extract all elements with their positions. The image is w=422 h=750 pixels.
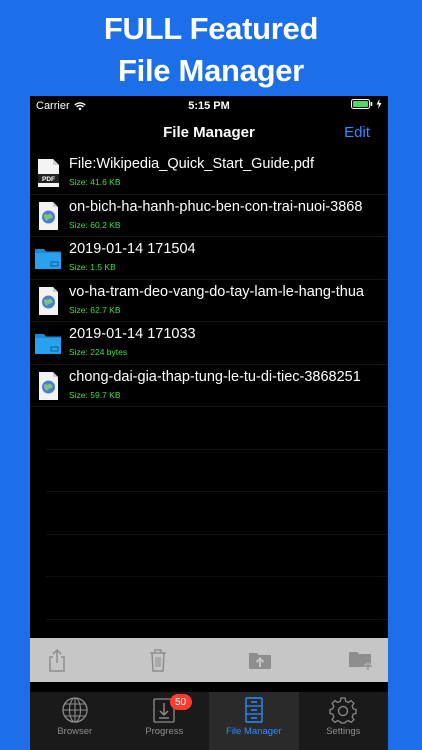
- empty-row: [46, 450, 388, 492]
- file-size: Size: 62.7 KB: [69, 304, 121, 315]
- delete-button[interactable]: [145, 647, 171, 673]
- phone-screen: Carrier 5:15 PM File Manager Edit PDF Fi…: [30, 96, 388, 750]
- promo-line-1: FULL Featured: [103, 11, 319, 46]
- gear-icon: [329, 697, 357, 724]
- charging-bolt-icon: [376, 99, 382, 109]
- tab-settings[interactable]: Settings: [299, 692, 389, 750]
- file-cabinet-icon: [245, 697, 263, 723]
- nav-title: File Manager: [163, 124, 255, 141]
- share-icon: [49, 648, 65, 672]
- status-time: 5:15 PM: [188, 100, 230, 112]
- edit-button[interactable]: Edit: [344, 124, 370, 141]
- file-list: PDF File:Wikipedia_Quick_Start_Guide.pdf…: [30, 152, 388, 620]
- new-folder-button[interactable]: [348, 647, 374, 673]
- folder-row[interactable]: 2019-01-14 171504 Size: 1.5 KB: [30, 237, 388, 280]
- tab-label: File Manager: [226, 726, 282, 737]
- folder-name: 2019-01-14 171033: [69, 326, 196, 342]
- web-file-icon: [39, 201, 58, 230]
- progress-badge: 50: [169, 694, 192, 710]
- file-name: File:Wikipedia_Quick_Start_Guide.pdf: [69, 156, 315, 172]
- navigation-bar: File Manager Edit: [30, 118, 388, 146]
- empty-row: [46, 577, 388, 620]
- file-size: Size: 59.7 KB: [69, 389, 121, 400]
- action-toolbar: [30, 638, 388, 682]
- empty-row: [46, 407, 388, 450]
- file-name: vo-ha-tram-deo-vang-do-tay-lam-le-hang-t…: [69, 283, 364, 300]
- web-file-icon: [39, 286, 58, 315]
- file-name: chong-dai-gia-thap-tung-le-tu-di-tiec-38…: [69, 368, 361, 385]
- file-size: Size: 224 bytes: [69, 347, 128, 357]
- tab-browser[interactable]: Browser: [30, 692, 120, 750]
- folder-icon: [35, 249, 61, 269]
- svg-text:PDF: PDF: [42, 176, 55, 183]
- file-row[interactable]: vo-ha-tram-deo-vang-do-tay-lam-le-hang-t…: [30, 280, 388, 322]
- file-size: Size: 60.2 KB: [69, 219, 121, 230]
- promo-line-2: File Manager: [118, 53, 304, 88]
- status-bar: Carrier 5:15 PM: [30, 96, 388, 114]
- file-row[interactable]: on-bich-ha-hanh-phuc-ben-con-trai-nuoi-3…: [30, 195, 388, 237]
- file-size: Size: 41.6 KB: [69, 177, 121, 187]
- tab-label: Settings: [326, 726, 361, 737]
- file-size: Size: 1.5 KB: [69, 262, 116, 272]
- promo-headline: FULL Featured File Manager: [0, 8, 422, 92]
- folder-row[interactable]: 2019-01-14 171033 Size: 224 bytes: [30, 322, 388, 365]
- battery-icon: [351, 99, 373, 109]
- share-button[interactable]: [44, 647, 70, 673]
- file-row[interactable]: chong-dai-gia-thap-tung-le-tu-di-tiec-38…: [30, 365, 388, 407]
- folder-name: 2019-01-14 171504: [69, 241, 196, 257]
- web-file-icon: [39, 371, 58, 400]
- tab-bar: Browser 50 Progress File Manager Setting…: [30, 692, 388, 750]
- file-row[interactable]: PDF File:Wikipedia_Quick_Start_Guide.pdf…: [30, 152, 388, 195]
- battery-indicator: [351, 99, 382, 109]
- tab-file-manager[interactable]: File Manager: [209, 692, 299, 750]
- folder-icon: [35, 334, 61, 354]
- move-up-button[interactable]: [247, 647, 273, 673]
- tab-label: Progress: [145, 726, 184, 737]
- tab-progress[interactable]: 50 Progress: [120, 692, 210, 750]
- trash-icon: [150, 649, 167, 672]
- empty-row: [46, 535, 388, 577]
- pdf-file-icon: PDF: [38, 159, 59, 187]
- new-folder-icon: [348, 652, 372, 670]
- empty-row: [46, 492, 388, 535]
- tab-label: Browser: [57, 726, 93, 737]
- globe-icon: [62, 697, 88, 723]
- folder-upload-icon: [248, 653, 271, 669]
- file-name: on-bich-ha-hanh-phuc-ben-con-trai-nuoi-3…: [69, 198, 363, 215]
